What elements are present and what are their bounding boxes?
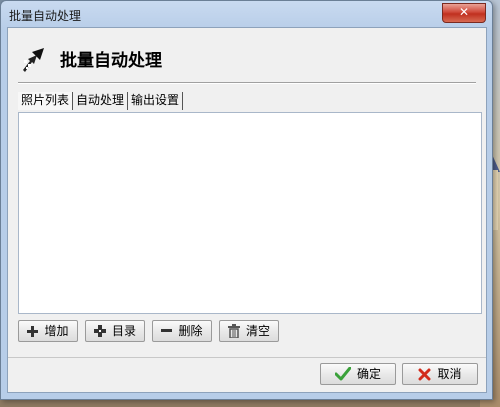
title-bar: 批量自动处理 ✕	[1, 1, 492, 27]
folder-button-label: 目录	[111, 324, 136, 338]
tab-photo-list[interactable]: 照片列表	[18, 92, 74, 110]
hand-arrow-icon	[23, 48, 44, 72]
ok-button-label: 确定	[356, 367, 381, 381]
ok-button[interactable]: 确定	[320, 363, 396, 385]
photo-list-box[interactable]	[18, 112, 482, 314]
window-title: 批量自动处理	[9, 9, 82, 23]
checkmark-icon	[334, 367, 351, 381]
clear-button-label: 清空	[245, 324, 270, 338]
minus-icon	[161, 329, 173, 332]
add-button[interactable]: 增加	[18, 320, 78, 342]
cancel-button-label: 取消	[437, 367, 462, 381]
close-icon: ✕	[458, 5, 470, 19]
tab-output-settings[interactable]: 输出设置	[128, 92, 184, 110]
plus-icon	[27, 325, 39, 337]
delete-button[interactable]: 删除	[152, 320, 212, 342]
tab-strip: 照片列表 自动处理 输出设置	[18, 92, 184, 110]
header-divider	[18, 82, 476, 84]
folder-button[interactable]: 目录	[85, 320, 145, 342]
page-title: 批量自动处理	[60, 51, 162, 71]
dialog-client-area: 批量自动处理 照片列表 自动处理 输出设置 增加 目录 删除 清空 确定 取消	[7, 27, 487, 393]
clear-button[interactable]: 清空	[219, 320, 279, 342]
tab-auto-process[interactable]: 自动处理	[73, 92, 129, 110]
trash-icon	[227, 324, 240, 338]
batch-process-dialog: 批量自动处理 ✕ 批量自动处理 照片列表 自动处理 输出设置 增加 目录 删除 …	[0, 0, 493, 400]
delete-button-label: 删除	[178, 324, 203, 338]
dialog-footer: 确定 取消	[8, 357, 486, 392]
cancel-button[interactable]: 取消	[402, 363, 478, 385]
cancel-x-icon	[418, 368, 431, 380]
close-button[interactable]: ✕	[442, 3, 486, 23]
folder-plus-icon	[93, 325, 106, 337]
add-button-label: 增加	[44, 324, 69, 338]
